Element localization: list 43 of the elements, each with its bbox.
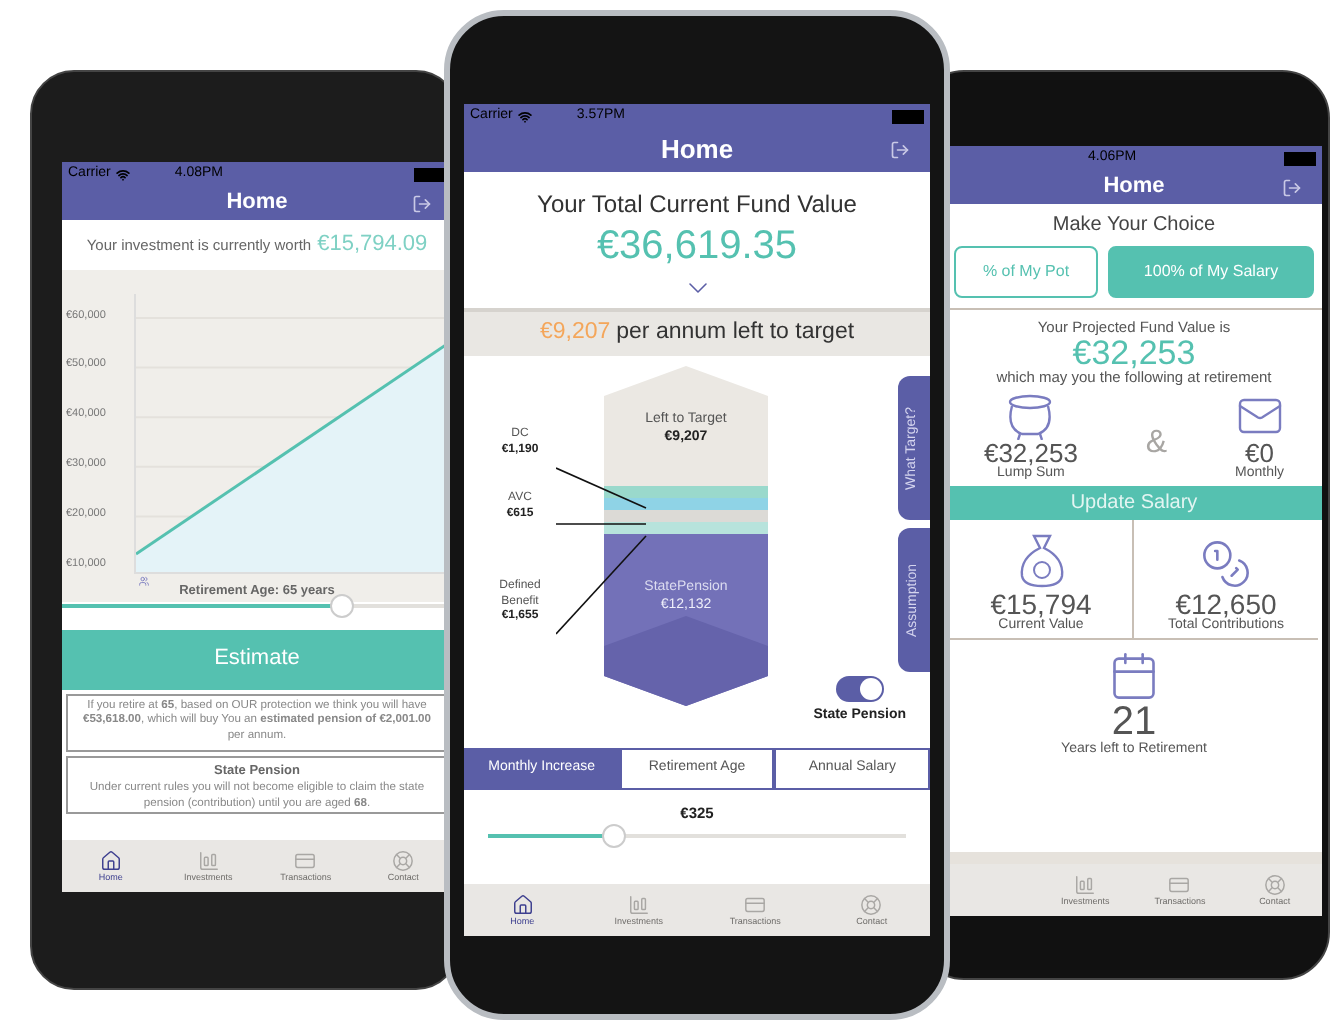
calendar-icon [1108,650,1160,702]
wifi-icon [116,167,131,181]
card-icon [744,893,767,916]
home-icon [99,849,122,872]
nav-title: Home [1103,172,1165,203]
logout-icon[interactable] [890,140,910,160]
slider[interactable] [488,824,906,849]
target-amount: €9,207 [539,318,611,349]
projected-value: €32,253 [1072,335,1196,369]
battery-icon [414,167,446,181]
coins-icon [1200,538,1252,590]
people-icon [136,575,152,586]
lifebuoy-icon [1263,873,1286,896]
choice-title: Make Your Choice [1052,212,1216,240]
nav-title: Home [660,132,734,169]
monthly-value: €0 [1245,440,1274,466]
state-pension-toggle[interactable] [835,676,884,702]
fund-value: €36,619.35 [596,222,798,272]
card-icon [294,849,317,872]
slider-thumb[interactable] [601,824,626,849]
stat-value: €15,794 [990,590,1092,618]
logout-icon[interactable] [1282,177,1302,197]
home-icon [511,893,534,916]
battery-icon [892,109,924,123]
lifebuoy-icon [392,849,415,872]
lump-sum-value: €32,253 [983,440,1078,466]
nav-title: Home [226,188,288,219]
bar-chart-icon [1074,873,1097,896]
ampersand: & [1145,424,1168,464]
wifi-icon [518,109,533,123]
bar-chart-icon [197,849,220,872]
target-text: per annum left to target [616,318,855,349]
worth-value: €15,794.09 [317,230,428,260]
lifebuoy-icon [860,893,883,916]
fund-title: Your Total Current Fund Value [537,188,857,222]
stat-value: €12,650 [1175,590,1277,618]
card-icon [1168,873,1191,896]
battery-icon [1284,151,1316,165]
pot-icon [1006,392,1055,440]
stat-value: 21 [1111,702,1157,742]
money-bag-icon [1015,530,1067,590]
bar-chart-icon [627,893,650,916]
logout-icon[interactable] [412,193,432,213]
